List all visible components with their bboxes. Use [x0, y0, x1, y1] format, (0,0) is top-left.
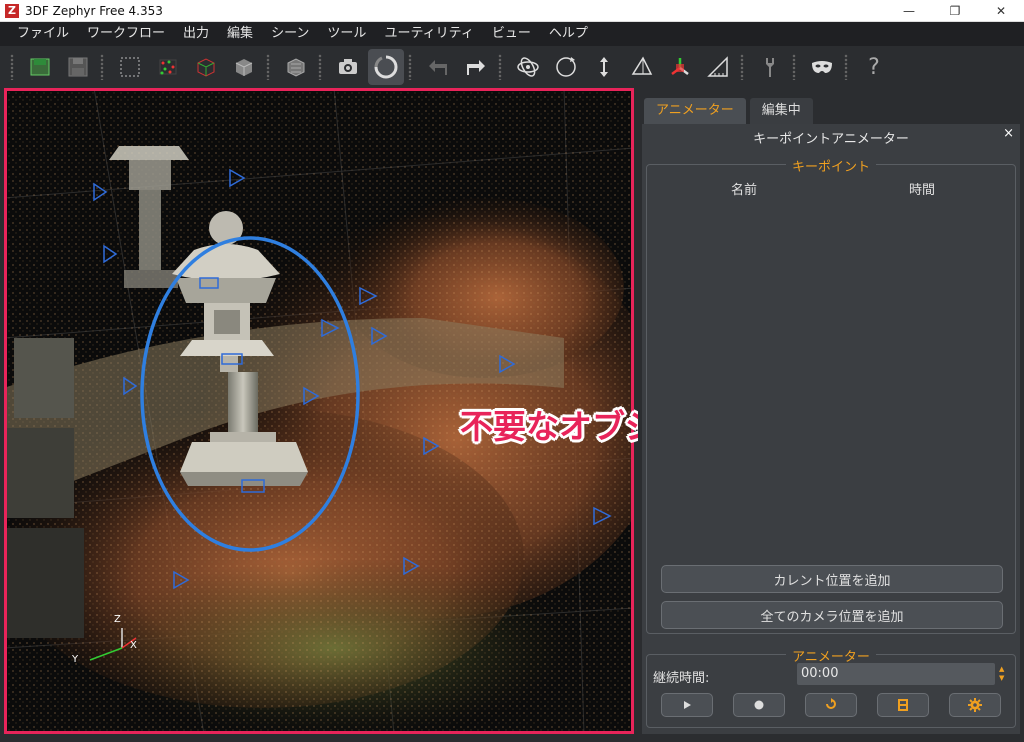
textured-mesh-icon[interactable] — [278, 49, 314, 85]
toolbar-grip[interactable] — [10, 54, 14, 80]
menu-bar: ファイル ワークフロー 出力 編集 シーン ツール ユーティリティ ビュー ヘル… — [0, 22, 1024, 46]
mesh-icon[interactable] — [226, 49, 262, 85]
tab-animator[interactable]: アニメーター — [644, 98, 746, 124]
toolbar-grip[interactable] — [408, 54, 412, 80]
sparse-cloud-icon[interactable] — [150, 49, 186, 85]
menu-export[interactable]: 出力 — [174, 22, 218, 46]
axis-z-label: Z — [114, 614, 121, 625]
menu-tools[interactable]: ツール — [318, 22, 375, 46]
keypoint-group: キーポイント 名前 時間 カレント位置を追加 全てのカメラ位置を追加 — [646, 160, 1016, 634]
duration-label: 継続時間: — [653, 671, 710, 686]
axis-y-label: Y — [72, 654, 79, 665]
title-bar: Z 3DF Zephyr Free 4.353 — ❐ ✕ — [0, 0, 1024, 22]
mask-icon[interactable] — [804, 49, 840, 85]
undo-icon[interactable] — [420, 49, 456, 85]
app-logo-icon: Z — [5, 3, 19, 18]
menu-file[interactable]: ファイル — [8, 22, 78, 46]
axis-gizmo-icon[interactable] — [662, 49, 698, 85]
axis-x-label: X — [130, 640, 137, 651]
col-name-header[interactable]: 名前 — [731, 179, 757, 198]
window-title: 3DF Zephyr Free 4.353 — [25, 3, 163, 18]
col-time-header[interactable]: 時間 — [909, 179, 935, 198]
play-button[interactable] — [661, 693, 713, 717]
loop-button[interactable] — [805, 693, 857, 717]
toolbar-grip[interactable] — [844, 54, 848, 80]
film-button[interactable] — [877, 693, 929, 717]
minimize-button[interactable]: — — [886, 0, 932, 22]
move-vertical-icon[interactable] — [586, 49, 622, 85]
add-all-camera-positions-button[interactable]: 全てのカメラ位置を追加 — [661, 601, 1003, 629]
panel-title: キーポイントアニメーター — [753, 132, 909, 147]
toolbar-grip[interactable] — [740, 54, 744, 80]
settings-button[interactable] — [949, 693, 1001, 717]
new-project-icon[interactable] — [22, 49, 58, 85]
toolbar: ? — [0, 46, 1024, 88]
settings-icon — [968, 698, 982, 712]
tab-editing[interactable]: 編集中 — [749, 98, 813, 124]
toolbar-grip[interactable] — [100, 54, 104, 80]
keypoint-group-title: キーポイント — [647, 156, 1015, 175]
orbit-icon[interactable] — [510, 49, 546, 85]
redo-icon[interactable] — [458, 49, 494, 85]
measure-icon[interactable] — [700, 49, 736, 85]
select-box-icon[interactable] — [112, 49, 148, 85]
menu-view[interactable]: ビュー — [483, 22, 540, 46]
duration-spin-icon[interactable]: ▲ ▼ — [999, 665, 1007, 683]
plane-icon[interactable] — [624, 49, 660, 85]
dense-cloud-icon[interactable] — [188, 49, 224, 85]
help-label: ? — [868, 54, 880, 80]
panel-body: キーポイントアニメーター × キーポイント 名前 時間 カレント位置を追加 全て… — [642, 124, 1020, 734]
tools-icon[interactable] — [752, 49, 788, 85]
film-icon — [898, 699, 908, 711]
maximize-button[interactable]: ❐ — [932, 0, 978, 22]
camera-icon[interactable] — [330, 49, 366, 85]
toolbar-grip[interactable] — [318, 54, 322, 80]
menu-workflow[interactable]: ワークフロー — [78, 22, 174, 46]
window-controls: — ❐ ✕ — [886, 0, 1024, 22]
menu-utilities[interactable]: ユーティリティ — [375, 22, 482, 46]
animator-group: アニメーター 継続時間: 00:00 ▲ ▼ — [646, 650, 1016, 728]
side-panel: アニメーター 編集中 キーポイントアニメーター × キーポイント 名前 時間 カ… — [638, 88, 1024, 742]
menu-edit[interactable]: 編集 — [218, 22, 262, 46]
play-icon — [684, 701, 691, 709]
duration-input[interactable]: 00:00 — [797, 663, 995, 685]
loading-spinner-icon[interactable] — [368, 49, 404, 85]
toolbar-grip[interactable] — [792, 54, 796, 80]
record-icon — [754, 700, 764, 710]
close-button[interactable]: ✕ — [978, 0, 1024, 22]
menu-scene[interactable]: シーン — [262, 22, 318, 46]
save-icon[interactable] — [60, 49, 96, 85]
panel-close-icon[interactable]: × — [1003, 126, 1014, 141]
menu-help[interactable]: ヘルプ — [540, 22, 597, 46]
panel-tabs: アニメーター 編集中 — [644, 98, 817, 124]
add-current-position-button[interactable]: カレント位置を追加 — [661, 565, 1003, 593]
toolbar-grip[interactable] — [498, 54, 502, 80]
help-icon[interactable]: ? — [856, 49, 892, 85]
loop-icon — [826, 698, 836, 709]
record-button[interactable] — [733, 693, 785, 717]
rotate-icon[interactable] — [548, 49, 584, 85]
toolbar-grip[interactable] — [266, 54, 270, 80]
